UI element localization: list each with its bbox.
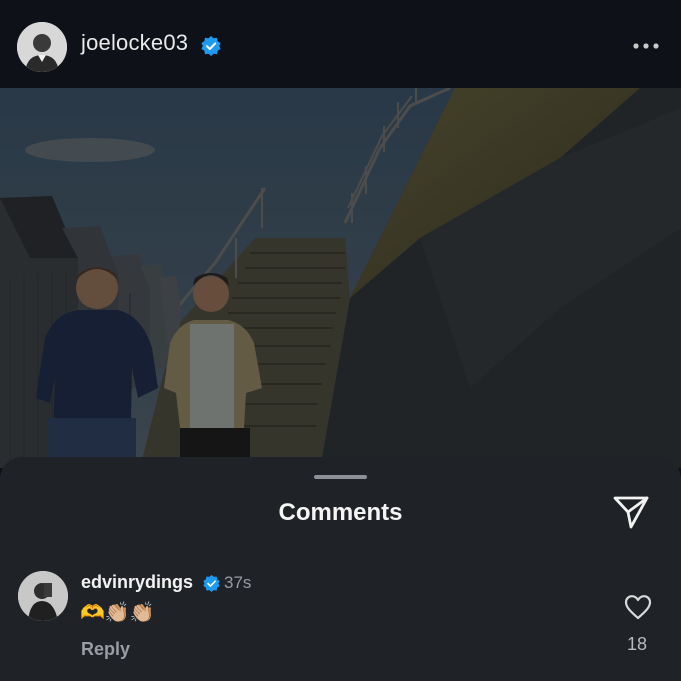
post-username[interactable]: joelocke03	[81, 30, 188, 56]
comment-text: 🫶👏🏼👏🏼	[80, 602, 155, 624]
verified-badge-icon	[203, 575, 220, 592]
reply-button[interactable]: Reply	[81, 639, 130, 660]
like-count: 18	[626, 634, 648, 654]
avatar[interactable]	[17, 22, 67, 72]
commenter-username[interactable]: edvinrydings	[81, 572, 193, 593]
post-photo	[0, 88, 681, 468]
send-icon[interactable]	[612, 494, 650, 530]
comment-timestamp: 37s	[224, 573, 252, 592]
comments-title: Comments	[278, 499, 403, 526]
verified-badge-icon	[201, 36, 221, 56]
commenter-avatar[interactable]	[18, 571, 68, 621]
heart-outline-icon[interactable]	[624, 594, 652, 620]
drag-handle[interactable]	[314, 475, 367, 479]
more-options-icon[interactable]	[632, 42, 660, 50]
